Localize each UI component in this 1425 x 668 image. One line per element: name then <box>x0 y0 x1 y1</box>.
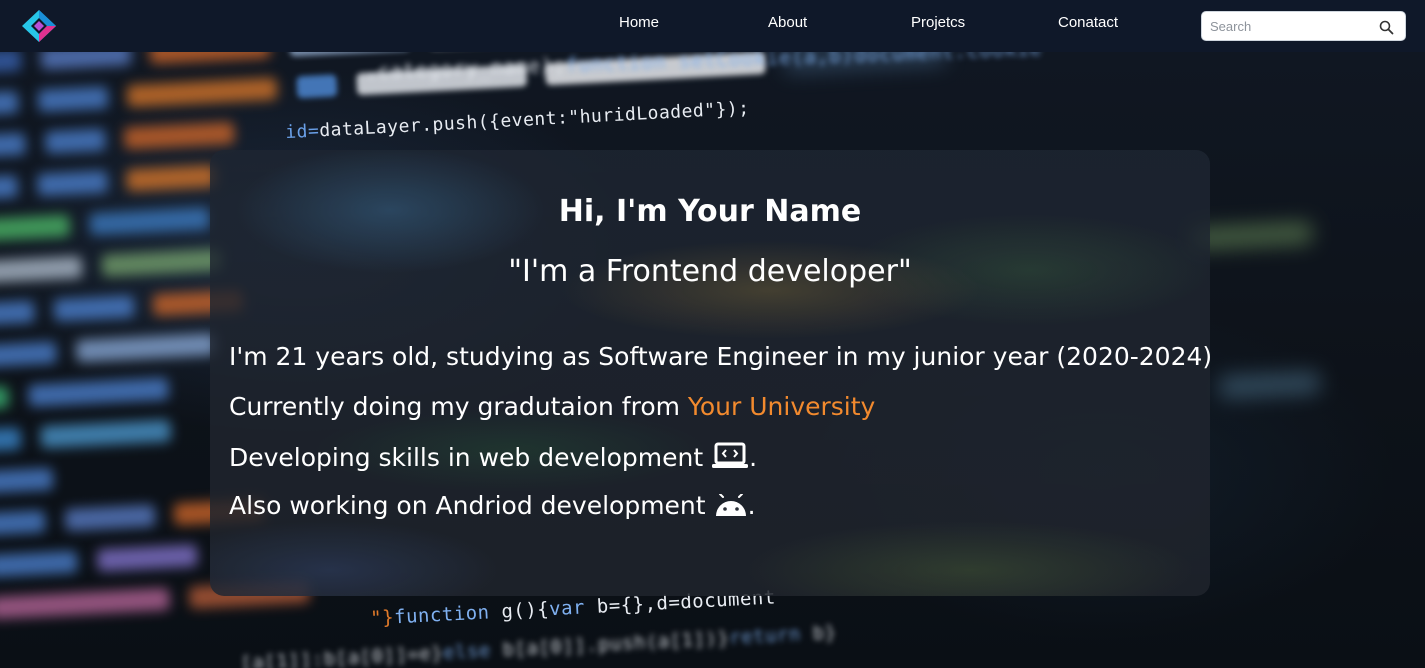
hero-subtitle: "I'm a Frontend developer" <box>508 254 912 289</box>
navbar: Home About Projetcs Conatact <box>0 0 1425 52</box>
university-link[interactable]: Your University <box>688 392 875 421</box>
nav-contact-link[interactable]: Conatact <box>1058 14 1118 31</box>
android-icon <box>715 494 746 516</box>
diamond-logo-icon[interactable] <box>20 8 58 44</box>
nav-projects-link[interactable]: Projetcs <box>911 14 965 31</box>
android-dev-text: Also working on Andriod development <box>229 491 706 520</box>
hero-title: Hi, I'm Your Name <box>558 194 862 229</box>
university-prefix-text: Currently doing my gradutaion from <box>229 392 688 421</box>
hero-card: Hi, I'm Your Name "I'm a Frontend develo… <box>210 150 1210 596</box>
intro-line-university: Currently doing my gradutaion from Your … <box>229 392 875 421</box>
nav-home-link[interactable]: Home <box>619 14 659 31</box>
search-icon[interactable] <box>1379 20 1394 35</box>
page: .category_name);function setCookie(a,b)d… <box>0 0 1425 668</box>
laptop-code-icon <box>712 442 749 468</box>
android-dev-suffix: . <box>747 491 756 520</box>
search-box[interactable] <box>1201 11 1406 41</box>
intro-line-web: Developing skills in web development . <box>229 442 757 472</box>
web-dev-text: Developing skills in web development <box>229 443 704 472</box>
nav-about-link[interactable]: About <box>768 14 807 31</box>
web-dev-suffix: . <box>749 443 758 472</box>
intro-line-android: Also working on Andriod development . <box>229 491 756 520</box>
intro-line-age: I'm 21 years old, studying as Software E… <box>229 342 1210 371</box>
search-input[interactable] <box>1210 16 1375 37</box>
